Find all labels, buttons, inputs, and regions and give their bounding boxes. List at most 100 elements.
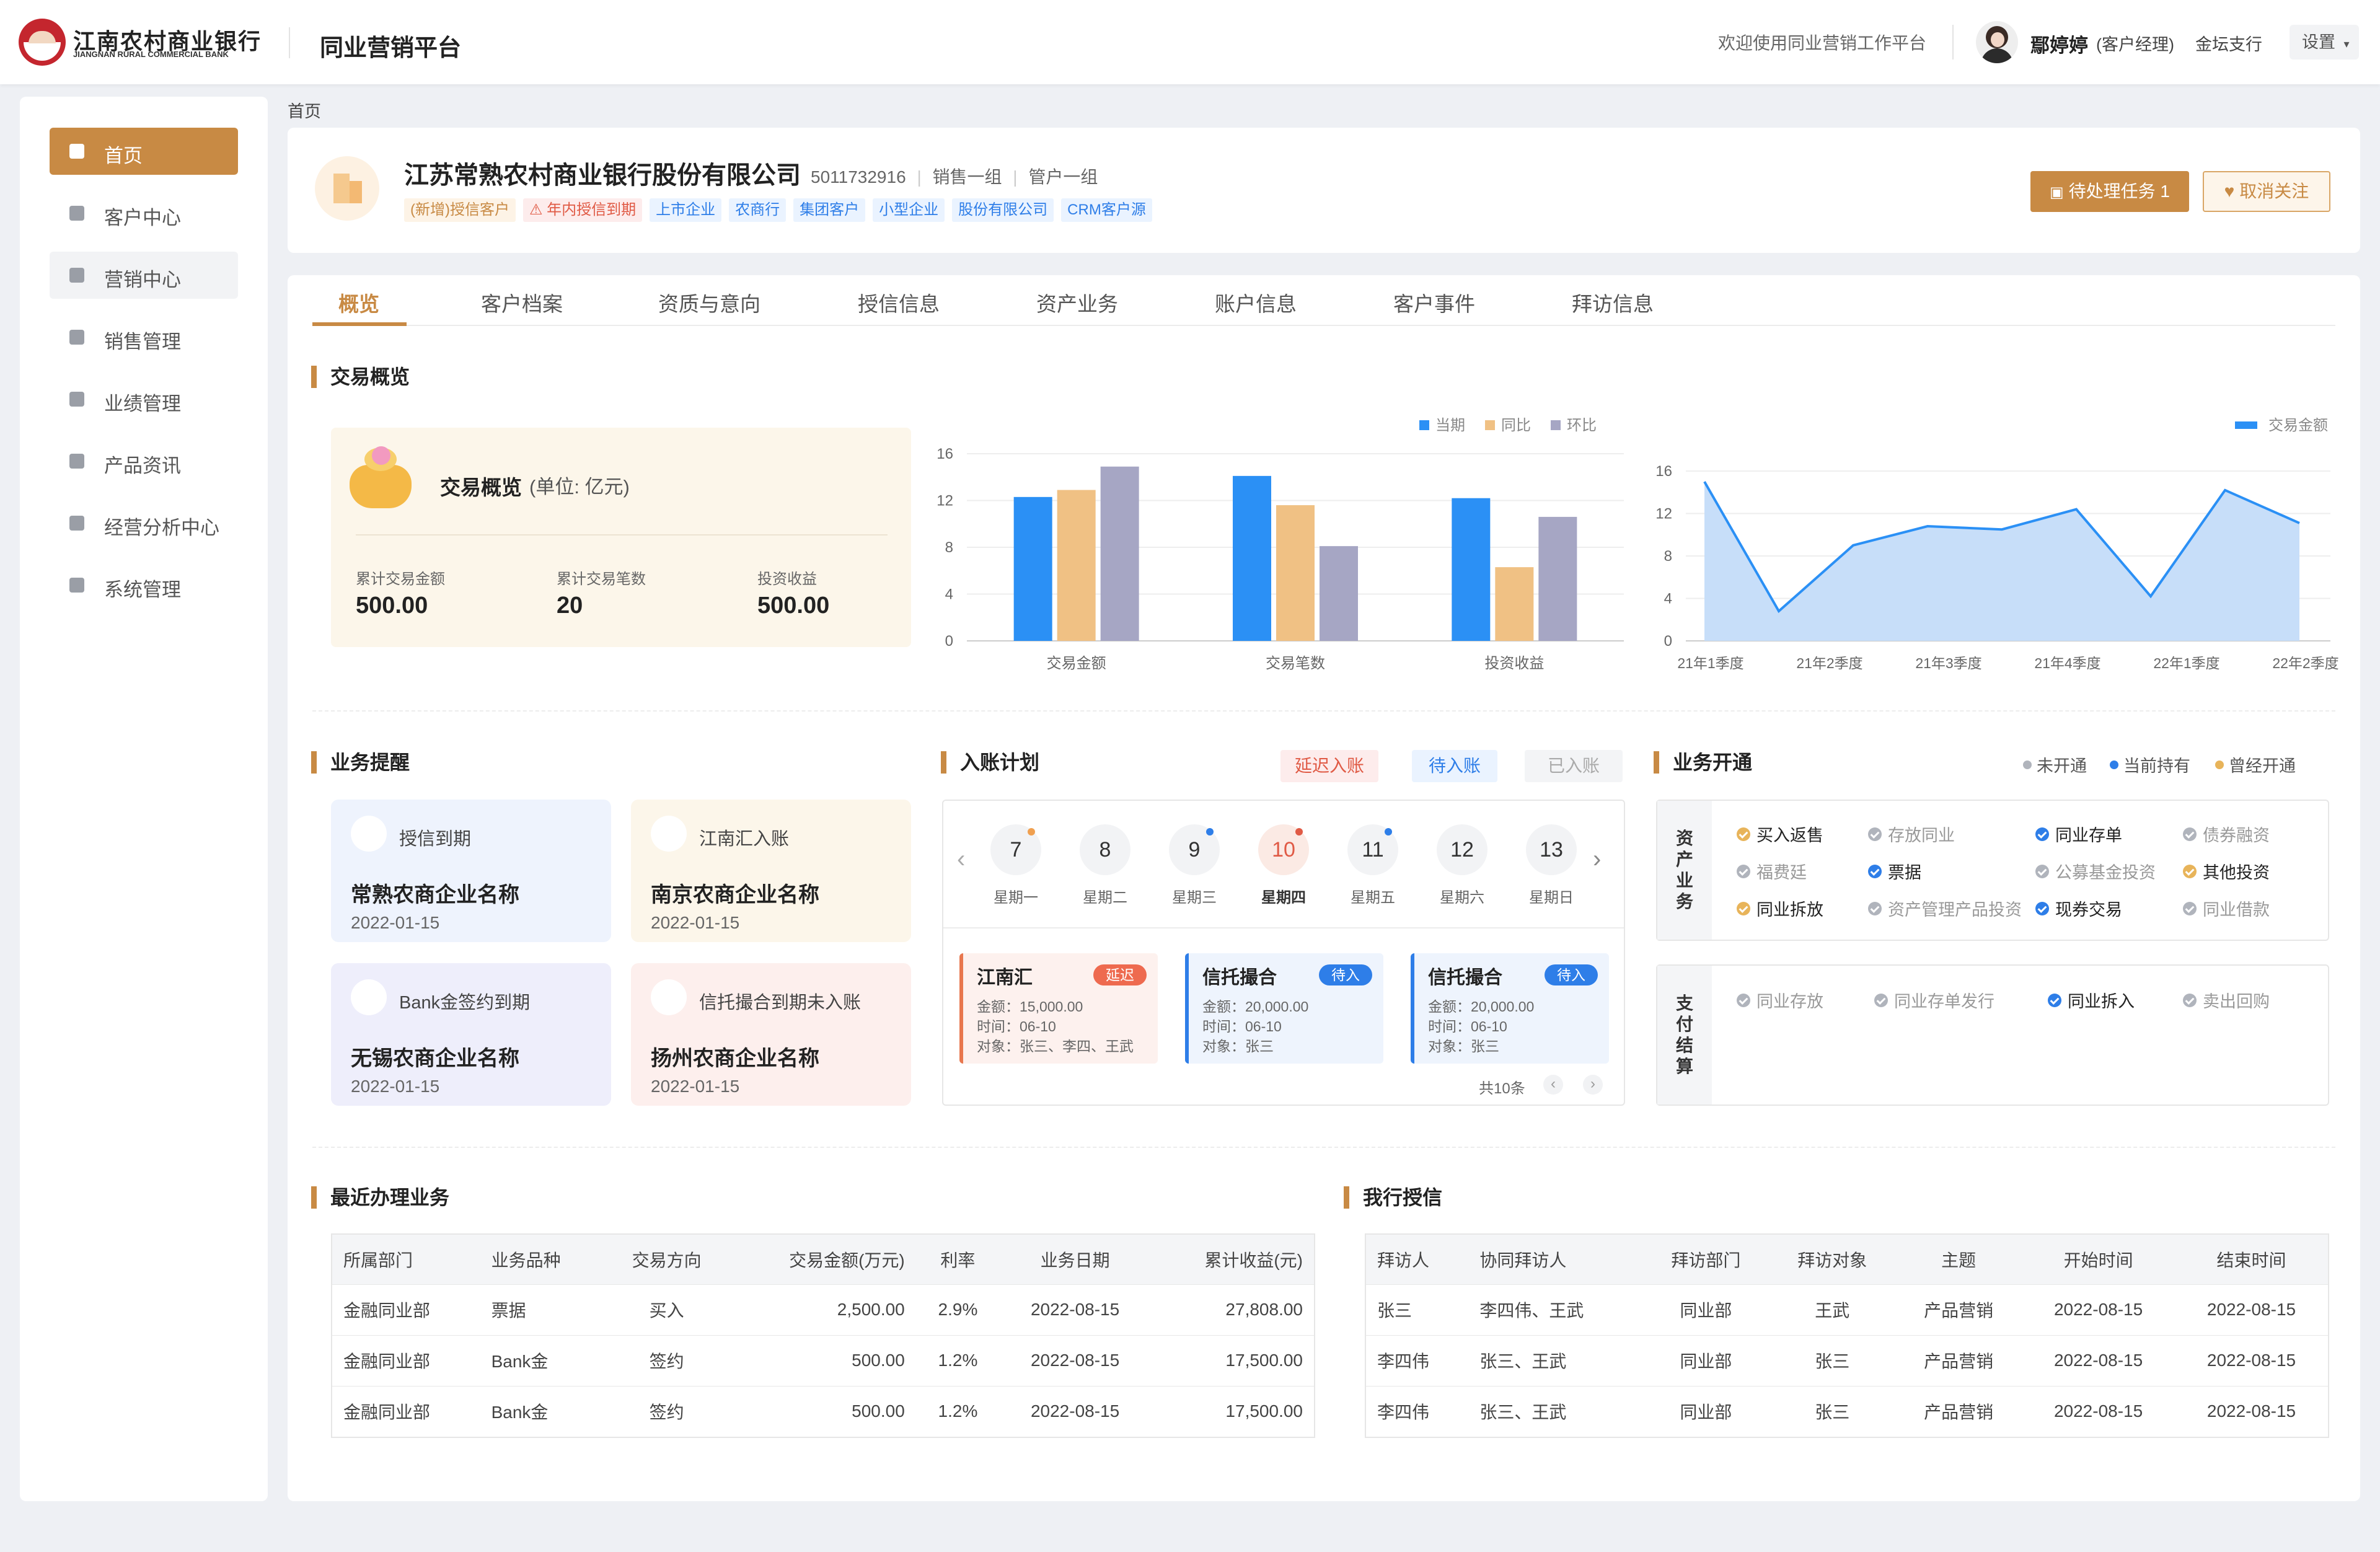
tab-item[interactable]: 客户事件 [1393,288,1475,317]
asset-business-item[interactable]: 买入返售 [1737,822,1823,846]
breadcrumb[interactable]: 首页 [288,98,321,122]
entry-event-card[interactable]: 江南汇 延迟 金额：15,000.00 时间：06-10 对象：张三、李四、王武 [959,953,1158,1064]
y-tick-label: 16 [937,446,953,462]
sidebar-item[interactable]: 首页 [50,128,238,175]
sidebar-item[interactable]: 经营分析中心 [50,500,238,547]
asset-business-item[interactable]: 同业借款 [2183,896,2270,920]
table-cell: 2022-08-15 [2022,1385,2175,1437]
event-status-badge: 延迟 [1093,964,1147,985]
asset-business-item[interactable]: 现券交易 [2035,896,2122,920]
calendar-day[interactable]: 8 [1080,824,1130,875]
y-tick-label: 12 [1655,506,1672,522]
y-tick-label: 12 [937,493,953,509]
pay-business-item[interactable]: 同业存放 [1737,988,1823,1012]
sidebar-item[interactable]: 客户中心 [50,190,238,237]
plan-filter-button[interactable]: 延迟入账 [1280,750,1378,782]
asset-business-item[interactable]: 票据 [1868,859,1921,883]
check-icon [1737,901,1750,915]
pending-task-button[interactable]: ▣ 待处理任务 1 [2030,171,2189,212]
avatar[interactable] [1976,21,2018,63]
pay-business-item[interactable]: 同业拆入 [2048,988,2135,1012]
sidebar-item[interactable]: 产品资讯 [50,438,238,485]
business-label: 同业借款 [2203,901,2270,919]
bar-chart: 0 4 8 12 16 交易金额 交易笔数 投资收益 当期 同比 环比 [937,417,1624,672]
weekday-label: 星期二 [1083,889,1127,906]
tab-item[interactable]: 资产业务 [1036,288,1118,317]
plan-filter-button[interactable]: 已入账 [1525,750,1623,782]
tab-item[interactable]: 客户档案 [481,288,563,317]
page-prev-icon[interactable]: ‹ [1543,1075,1563,1095]
chevron-down-icon: ▾ [2343,38,2350,50]
tab-item[interactable]: 资质与意向 [658,288,760,317]
asset-business-item[interactable]: 公募基金投资 [2035,859,2156,883]
table-cell: 27,808.00 [1150,1284,1314,1335]
asset-business-item[interactable]: 资产管理产品投资 [1868,896,2022,920]
customer-tag: CRM客户源 [1061,198,1152,222]
table-row[interactable]: 金融同业部 Bank金 签约 500.00 1.2% 2022-08-15 17,500.0… [332,1334,1314,1386]
table-row[interactable]: 李四伟 张三、王武 同业部 张三 产品营销 2022-08-15 2022-08-15 [1366,1385,2328,1437]
pay-business-item[interactable]: 卖出回购 [2183,988,2270,1012]
table-row[interactable]: 李四伟 张三、王武 同业部 张三 产品营销 2022-08-15 2022-08-15 [1366,1334,2328,1386]
weekday-label: 星期日 [1529,889,1574,906]
chevron-right-icon[interactable]: › [1593,845,1601,873]
tab-item[interactable]: 概览 [338,288,379,317]
calendar-day[interactable]: 13 [1526,824,1577,875]
check-icon [1868,864,1882,878]
sidebar-item[interactable]: 业绩管理 [50,376,238,423]
tab-item[interactable]: 授信信息 [858,288,940,317]
legend-dot [2110,760,2118,769]
table-cell: 1.2% [915,1385,1000,1437]
calendar-day[interactable]: 12 [1437,824,1488,875]
company-logo-icon [315,156,379,221]
home-icon [69,144,84,159]
settings-button[interactable]: 设置 ▾ [2290,25,2359,60]
sidebar-item[interactable]: 销售管理 [50,314,238,361]
check-icon [2048,993,2061,1007]
welcome-text: 欢迎使用同业营销工作平台 [1718,33,1927,53]
table-cell: 2.9% [915,1284,1000,1335]
sidebar-item[interactable]: 系统管理 [50,562,238,609]
kpi-label: 投资收益 [757,571,817,588]
legend-swatch [2235,421,2257,429]
company-name: 江苏常熟农村商业银行股份有限公司 [404,162,801,189]
asset-business-item[interactable]: 同业拆放 [1737,896,1823,920]
plan-filter-button[interactable]: 待入账 [1412,750,1497,782]
event-target: 对象：张三 [1202,1038,1274,1054]
entry-event-card[interactable]: 信托撮合 待入 金额：20,000.00 时间：06-10 对象：张三 [1411,953,1609,1064]
platform-title: 同业营销平台 [320,35,462,61]
page-next-icon[interactable]: › [1583,1075,1603,1095]
unfollow-button[interactable]: ♥ 取消关注 [2203,171,2330,212]
event-time: 时间：06-10 [1202,1018,1282,1034]
entry-event-card[interactable]: 信托撮合 待入 金额：20,000.00 时间：06-10 对象：张三 [1185,953,1383,1064]
asset-business-item[interactable]: 存放同业 [1868,822,1955,846]
asset-business-item[interactable]: 其他投资 [2183,859,2270,883]
bar [1320,546,1358,641]
table-cell: 金融同业部 [332,1385,480,1437]
table-row[interactable]: 金融同业部 票据 买入 2,500.00 2.9% 2022-08-15 27,808.00 [332,1284,1314,1335]
event-status-badge: 待入 [1545,964,1598,985]
reminder-card[interactable]: 信托撮合到期未入账 扬州农商企业名称 2022-01-15 [631,963,911,1106]
sidebar-item[interactable]: 营销中心 [50,252,238,299]
legend-label: 环比 [1567,417,1597,434]
check-icon [2035,901,2049,915]
reminder-card[interactable]: Bank金签约到期 无锡农商企业名称 2022-01-15 [331,963,611,1106]
y-tick-label: 0 [945,633,953,650]
area-chart: 0 4 8 12 16 21年1季度 21年2季度 21年3季度 21年4季度 22年1季度 22年… [1655,417,2338,671]
asset-business-item[interactable]: 债券融资 [2183,822,2270,846]
pay-business-item[interactable]: 同业存单发行 [1874,988,1994,1012]
sidebar-item-label: 业绩管理 [104,393,181,415]
table-row[interactable]: 金融同业部 Bank金 签约 500.00 1.2% 2022-08-15 17,500.0… [332,1385,1314,1437]
reminder-card[interactable]: 授信到期 常熟农商企业名称 2022-01-15 [331,800,611,942]
asset-business-item[interactable]: 福费廷 [1737,859,1807,883]
legend-dot [2215,760,2224,769]
reminder-card[interactable]: 江南汇入账 南京农商企业名称 2022-01-15 [631,800,911,942]
asset-business-item[interactable]: 同业存单 [2035,822,2122,846]
table-header-row: 所属部门 业务品种 交易方向 交易金额(万元) 利率 业务日期 累计收益(元) [332,1235,1314,1284]
tab-item[interactable]: 拜访信息 [1572,288,1654,317]
legend-swatch [1485,420,1495,430]
open-legend-item: 当前持有 [2110,752,2190,777]
customer-tag: 股份有限公司 [952,198,1054,222]
table-row[interactable]: 张三 李四伟、王武 同业部 王武 产品营销 2022-08-15 2022-08-15 [1366,1284,2328,1335]
tab-item[interactable]: 账户信息 [1215,288,1297,317]
chevron-left-icon[interactable]: ‹ [957,845,965,873]
